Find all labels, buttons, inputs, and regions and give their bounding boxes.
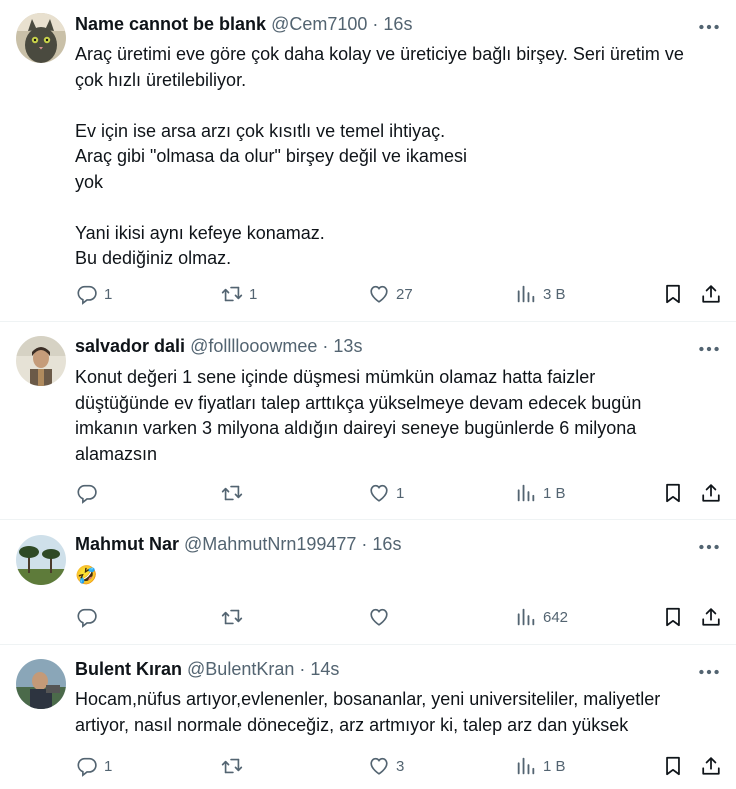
reply-button[interactable]: 1 — [76, 751, 112, 781]
heart-icon — [368, 482, 390, 504]
display-name[interactable]: Name cannot be blank — [75, 14, 266, 34]
display-name[interactable]: Mahmut Nar — [75, 534, 179, 554]
action-bar: 642 — [0, 602, 736, 632]
views-button[interactable]: 642 — [515, 602, 568, 632]
like-button[interactable]: 27 — [368, 279, 413, 309]
views-bar-chart-icon — [515, 283, 537, 305]
like-button[interactable] — [368, 602, 396, 632]
retweet-button[interactable] — [221, 478, 249, 508]
heart-icon — [368, 755, 390, 777]
tweet-text: Hocam,nüfus artıyor,evlenenler, bosananl… — [75, 689, 661, 735]
tweet-header: Mahmut Nar @MahmutNrn199477 · 16s — [75, 534, 401, 555]
like-count: 1 — [396, 484, 405, 502]
timestamp[interactable]: · 16s — [361, 534, 401, 554]
views-bar-chart-icon — [515, 755, 537, 777]
bookmark-button[interactable] — [662, 751, 684, 781]
like-button[interactable]: 1 — [368, 478, 404, 508]
view-count: 1 B — [543, 757, 566, 775]
handle[interactable]: @MahmutNrn199477 — [184, 534, 356, 554]
reply-bubble-icon — [76, 283, 98, 305]
share-button[interactable] — [700, 478, 722, 508]
views-bar-chart-icon — [515, 482, 537, 504]
handle[interactable]: @Cem7100 — [271, 14, 367, 34]
share-button[interactable] — [700, 751, 722, 781]
handle[interactable]: @follllooowmee — [190, 336, 317, 356]
retweet-button[interactable]: 1 — [221, 279, 257, 309]
views-button[interactable]: 1 B — [515, 751, 566, 781]
tweet-header: Name cannot be blank @Cem7100 · 16s — [75, 14, 412, 35]
retweet-count: 1 — [249, 285, 258, 303]
more-horizontal-icon[interactable] — [696, 14, 722, 40]
retweet-button[interactable] — [221, 602, 249, 632]
tweet[interactable]: salvador dali @follllooowmee · 13s Konut… — [0, 322, 736, 520]
share-upload-icon — [700, 482, 722, 504]
landscape-avatar-image — [16, 535, 66, 585]
retweet-icon — [221, 283, 243, 305]
timestamp[interactable]: · 13s — [322, 336, 362, 356]
bookmark-button[interactable] — [662, 279, 684, 309]
avatar[interactable] — [16, 13, 66, 63]
reply-bubble-icon — [76, 482, 98, 504]
share-button[interactable] — [700, 279, 722, 309]
bookmark-button[interactable] — [662, 478, 684, 508]
more-horizontal-icon[interactable] — [696, 659, 722, 685]
retweet-button[interactable] — [221, 751, 249, 781]
share-upload-icon — [700, 755, 722, 777]
tweet[interactable]: Bulent Kıran @BulentKran · 14s Hocam,nüf… — [0, 645, 736, 789]
bookmark-icon — [662, 606, 684, 628]
tweet-header: Bulent Kıran @BulentKran · 14s — [75, 659, 339, 680]
reply-button[interactable] — [76, 602, 104, 632]
reply-count: 1 — [104, 757, 113, 775]
retweet-icon — [221, 755, 243, 777]
view-count: 3 B — [543, 285, 566, 303]
views-button[interactable]: 3 B — [515, 279, 566, 309]
tweet-text: Araç üretimi eve göre çok daha kolay ve … — [75, 44, 684, 268]
share-upload-icon — [700, 606, 722, 628]
reply-button[interactable]: 1 — [76, 279, 112, 309]
heart-icon — [368, 606, 390, 628]
timestamp[interactable]: · 16s — [372, 14, 412, 34]
reply-button[interactable] — [76, 478, 104, 508]
avatar[interactable] — [16, 336, 66, 386]
tweet[interactable]: Mahmut Nar @MahmutNrn199477 · 16s 🤣 642 — [0, 520, 736, 645]
bookmark-icon — [662, 755, 684, 777]
view-count: 642 — [543, 608, 569, 626]
like-button[interactable]: 3 — [368, 751, 404, 781]
views-bar-chart-icon — [515, 606, 537, 628]
action-bar: 1 1 27 3 B — [0, 279, 736, 309]
cat-avatar-image — [16, 13, 66, 63]
avatar[interactable] — [16, 659, 66, 709]
retweet-icon — [221, 606, 243, 628]
display-name[interactable]: Bulent Kıran — [75, 659, 182, 679]
tweet-header: salvador dali @follllooowmee · 13s — [75, 336, 362, 357]
share-button[interactable] — [700, 602, 722, 632]
tweet-text: 🤣 — [75, 565, 98, 585]
more-horizontal-icon[interactable] — [696, 336, 722, 362]
more-horizontal-icon[interactable] — [696, 534, 722, 560]
like-count: 27 — [396, 285, 413, 303]
share-upload-icon — [700, 283, 722, 305]
reply-count: 1 — [104, 285, 113, 303]
tweet-text: Konut değeri 1 sene içinde düşmesi mümkü… — [75, 367, 642, 464]
heart-icon — [368, 283, 390, 305]
avatar[interactable] — [16, 535, 66, 585]
handle[interactable]: @BulentKran — [187, 659, 294, 679]
reply-bubble-icon — [76, 606, 98, 628]
like-count: 3 — [396, 757, 405, 775]
reply-bubble-icon — [76, 755, 98, 777]
bookmark-icon — [662, 283, 684, 305]
retweet-icon — [221, 482, 243, 504]
timestamp[interactable]: · 14s — [299, 659, 339, 679]
person-avatar-image — [16, 659, 66, 709]
display-name[interactable]: salvador dali — [75, 336, 185, 356]
bookmark-icon — [662, 482, 684, 504]
bookmark-button[interactable] — [662, 602, 684, 632]
view-count: 1 B — [543, 484, 566, 502]
person-avatar-image — [16, 336, 66, 386]
action-bar: 1 1 B — [0, 478, 736, 508]
views-button[interactable]: 1 B — [515, 478, 566, 508]
tweet[interactable]: Name cannot be blank @Cem7100 · 16s Araç… — [0, 0, 736, 322]
action-bar: 1 3 1 B — [0, 751, 736, 781]
